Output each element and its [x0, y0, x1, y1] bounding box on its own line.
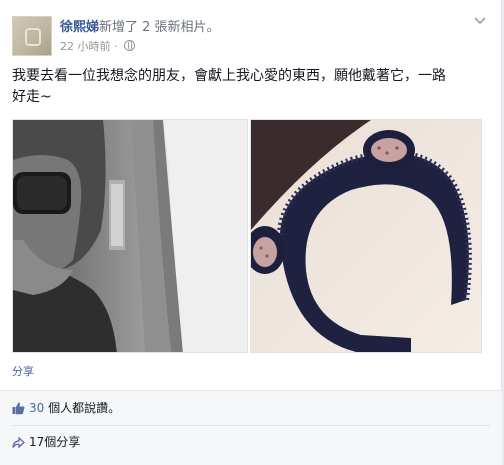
photo-bear-headband[interactable]	[250, 119, 482, 353]
globe-icon[interactable]	[124, 40, 135, 51]
post-card: 徐熙娣新增了 2 張新相片。 22 小時前 · 我要去看一位我想念的朋友，會獻上…	[0, 0, 502, 465]
shares-summary: 17個分享	[12, 433, 80, 452]
post-action-text: 新增了 2 張新相片。	[99, 20, 220, 35]
photo-grid	[12, 119, 482, 353]
chevron-down-icon[interactable]	[472, 14, 488, 30]
share-arrow-icon	[12, 436, 25, 452]
likes-count[interactable]: 30	[29, 401, 44, 415]
likes-summary: 30 個人都說讚。	[12, 399, 120, 418]
post-footer: 30 個人都說讚。 17個分享	[0, 390, 502, 465]
footer-divider	[12, 425, 490, 426]
author-line: 徐熙娣新增了 2 張新相片。	[60, 16, 220, 35]
author-avatar[interactable]	[12, 16, 52, 56]
avatar-mark	[25, 28, 41, 46]
likes-text: 個人都說讚。	[44, 401, 121, 415]
author-name-link[interactable]: 徐熙娣	[60, 20, 99, 35]
post-header: 徐熙娣新增了 2 張新相片。 22 小時前 ·	[10, 12, 490, 58]
post-timestamp[interactable]: 22 小時前	[60, 40, 111, 53]
post-text: 我要去看一位我想念的朋友，會獻上我心愛的東西，願他戴著它，一路 好走~	[12, 66, 490, 108]
post-text-line-2: 好走~	[12, 89, 52, 105]
post-text-line-1: 我要去看一位我想念的朋友，會獻上我心愛的東西，願他戴著它，一路	[12, 68, 446, 84]
photo-selfie-train[interactable]	[12, 119, 248, 353]
post-meta: 22 小時前 ·	[60, 38, 135, 54]
share-link[interactable]: 分享	[12, 363, 34, 379]
thumbs-up-icon	[12, 402, 25, 418]
shares-count-link[interactable]: 17個分享	[29, 435, 80, 449]
